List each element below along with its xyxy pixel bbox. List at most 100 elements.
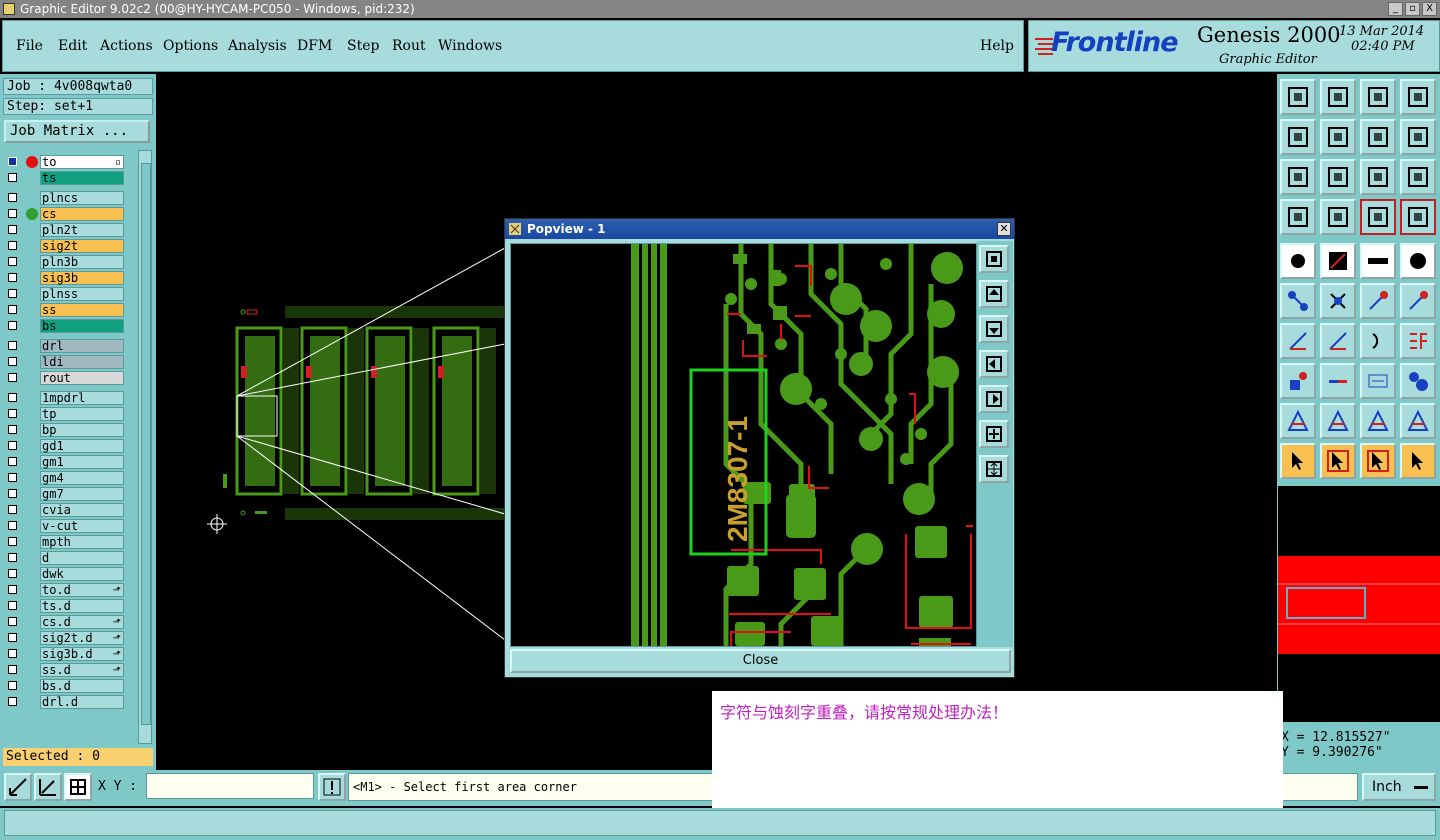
layer-checkbox[interactable]	[8, 553, 17, 562]
layer-name[interactable]: drl	[40, 339, 124, 353]
layer-name[interactable]: mpth	[40, 535, 124, 549]
layer-name[interactable]: ldi	[40, 355, 124, 369]
tri-2-tool-button[interactable]	[1320, 403, 1356, 439]
layer-checkbox[interactable]	[8, 225, 17, 234]
layer-row-sig3b-d[interactable]: sig3b.d ⬏	[4, 646, 126, 662]
pv-pan-up-button[interactable]	[979, 280, 1009, 308]
layer-checkbox[interactable]	[8, 665, 17, 674]
layer-checkbox[interactable]	[8, 505, 17, 514]
line-red-1-tool-button[interactable]	[1360, 283, 1396, 319]
layer-name[interactable]: cs	[40, 207, 124, 221]
layer-row-bs-d[interactable]: bs.d	[4, 678, 126, 694]
menu-actions[interactable]: Actions	[100, 38, 153, 54]
layer-row-drl-d[interactable]: drl.d	[4, 694, 126, 710]
home-tool-button[interactable]	[1360, 79, 1396, 115]
layer-name[interactable]: ts.d	[40, 599, 124, 613]
layer-row-drl[interactable]: drl	[4, 338, 126, 354]
layer-name[interactable]: bp	[40, 423, 124, 437]
layer-checkbox[interactable]	[8, 649, 17, 658]
layer-row-sig2t-d[interactable]: sig2t.d ⬏	[4, 630, 126, 646]
layer-row-ts[interactable]: ts	[4, 170, 126, 186]
layer-row-ldi[interactable]: ldi	[4, 354, 126, 370]
layer-checkbox[interactable]	[8, 357, 17, 366]
line-red-2-tool-button[interactable]	[1400, 283, 1436, 319]
layer-row-plnss[interactable]: plnss	[4, 286, 126, 302]
layer-name[interactable]: pln3b	[40, 255, 124, 269]
layer-row-dwk[interactable]: dwk	[4, 566, 126, 582]
layer-row-ss[interactable]: ss	[4, 302, 126, 318]
layer-name[interactable]: sig2t.d ⬏	[40, 631, 124, 645]
grid-button[interactable]	[64, 773, 92, 801]
layer-checkbox[interactable]	[8, 341, 17, 350]
units-selector[interactable]: Inch	[1362, 773, 1436, 801]
minimize-button[interactable]: _	[1388, 2, 1403, 16]
snap-button[interactable]	[34, 773, 62, 801]
layer-name[interactable]: 1mpdrl	[40, 391, 124, 405]
layer-checkbox[interactable]	[8, 193, 17, 202]
blobs-tool-button[interactable]	[1400, 363, 1436, 399]
menu-file[interactable]: File	[16, 38, 43, 54]
arc-tool-button[interactable]	[1360, 323, 1396, 359]
layer-checkbox[interactable]	[8, 633, 17, 642]
menu-edit[interactable]: Edit	[58, 38, 87, 54]
ruler-tool-button[interactable]	[1360, 243, 1396, 279]
menu-dfm[interactable]: DFM	[297, 38, 332, 54]
layer-scrollbar[interactable]	[138, 150, 152, 744]
connect-tool-button[interactable]	[1280, 283, 1316, 319]
copy-to-layer-tool-button[interactable]	[1280, 79, 1316, 115]
tri-4-tool-button[interactable]	[1400, 403, 1436, 439]
job-matrix-button[interactable]: Job Matrix ...	[4, 120, 150, 143]
layer-checkbox[interactable]	[8, 585, 17, 594]
layer-row-cs[interactable]: cs	[4, 206, 126, 222]
net-red-2-tool-button[interactable]	[1400, 199, 1436, 235]
layer-name[interactable]: plncs	[40, 191, 124, 205]
scroll-thumb[interactable]	[141, 163, 151, 725]
tri-3-tool-button[interactable]	[1360, 403, 1396, 439]
dimension-tool-button[interactable]	[1360, 363, 1396, 399]
close-window-button[interactable]: X	[1422, 2, 1437, 16]
layer-checkbox[interactable]	[8, 305, 17, 314]
popview-close-icon[interactable]: ✕	[997, 222, 1011, 236]
layer-name[interactable]: cs.d ⬏	[40, 615, 124, 629]
layer-name[interactable]: ss	[40, 303, 124, 317]
select-frame-tool-button[interactable]	[1360, 443, 1396, 479]
layer-row-bs[interactable]: bs	[4, 318, 126, 334]
cross-tool-button[interactable]	[1320, 283, 1356, 319]
layer-checkbox[interactable]	[8, 457, 17, 466]
drill-tool-button[interactable]	[1320, 199, 1356, 235]
layer-row-cvia[interactable]: cvia	[4, 502, 126, 518]
hline-tool-button[interactable]	[1320, 363, 1356, 399]
layer-row-mpth[interactable]: mpth	[4, 534, 126, 550]
tools-menu-tool-button[interactable]	[1280, 199, 1316, 235]
layer-name[interactable]: d	[40, 551, 124, 565]
layer-row-pln2t[interactable]: pln2t	[4, 222, 126, 238]
pv-zoom-fit-button[interactable]	[979, 245, 1009, 273]
layer-checkbox[interactable]	[8, 521, 17, 530]
move-down-tool-button[interactable]	[1320, 79, 1356, 115]
layer-name[interactable]: bs	[40, 319, 124, 333]
pv-pan-right-button[interactable]	[979, 385, 1009, 413]
layer-row-ss-d[interactable]: ss.d ⬏	[4, 662, 126, 678]
menu-rout[interactable]: Rout	[392, 38, 426, 54]
menu-windows[interactable]: Windows	[438, 38, 502, 54]
layer-checkbox[interactable]	[8, 569, 17, 578]
snake-tool-button[interactable]	[1400, 119, 1436, 155]
move-left-tool-button[interactable]	[1280, 119, 1316, 155]
layer-row-bp[interactable]: bp	[4, 422, 126, 438]
layer-checkbox[interactable]	[8, 489, 17, 498]
popview-title-bar[interactable]: Popview - 1 ✕	[505, 219, 1014, 239]
layer-row-gm7[interactable]: gm7	[4, 486, 126, 502]
layer-name[interactable]: to ▫	[40, 155, 124, 169]
menu-options[interactable]: Options	[163, 38, 218, 54]
angle-tool-button[interactable]	[1280, 323, 1316, 359]
layer-row-sig3b[interactable]: sig3b	[4, 270, 126, 286]
minimap[interactable]	[1278, 486, 1440, 722]
xy-input[interactable]	[146, 773, 314, 799]
layer-name[interactable]: plnss	[40, 287, 124, 301]
split-view-tool-button[interactable]	[1400, 79, 1436, 115]
layer-checkbox[interactable]	[8, 441, 17, 450]
layer-name[interactable]: sig3b.d ⬏	[40, 647, 124, 661]
layer-row-sig2t[interactable]: sig2t	[4, 238, 126, 254]
popview-close-button[interactable]: Close	[510, 649, 1011, 673]
layer-row-gm4[interactable]: gm4	[4, 470, 126, 486]
